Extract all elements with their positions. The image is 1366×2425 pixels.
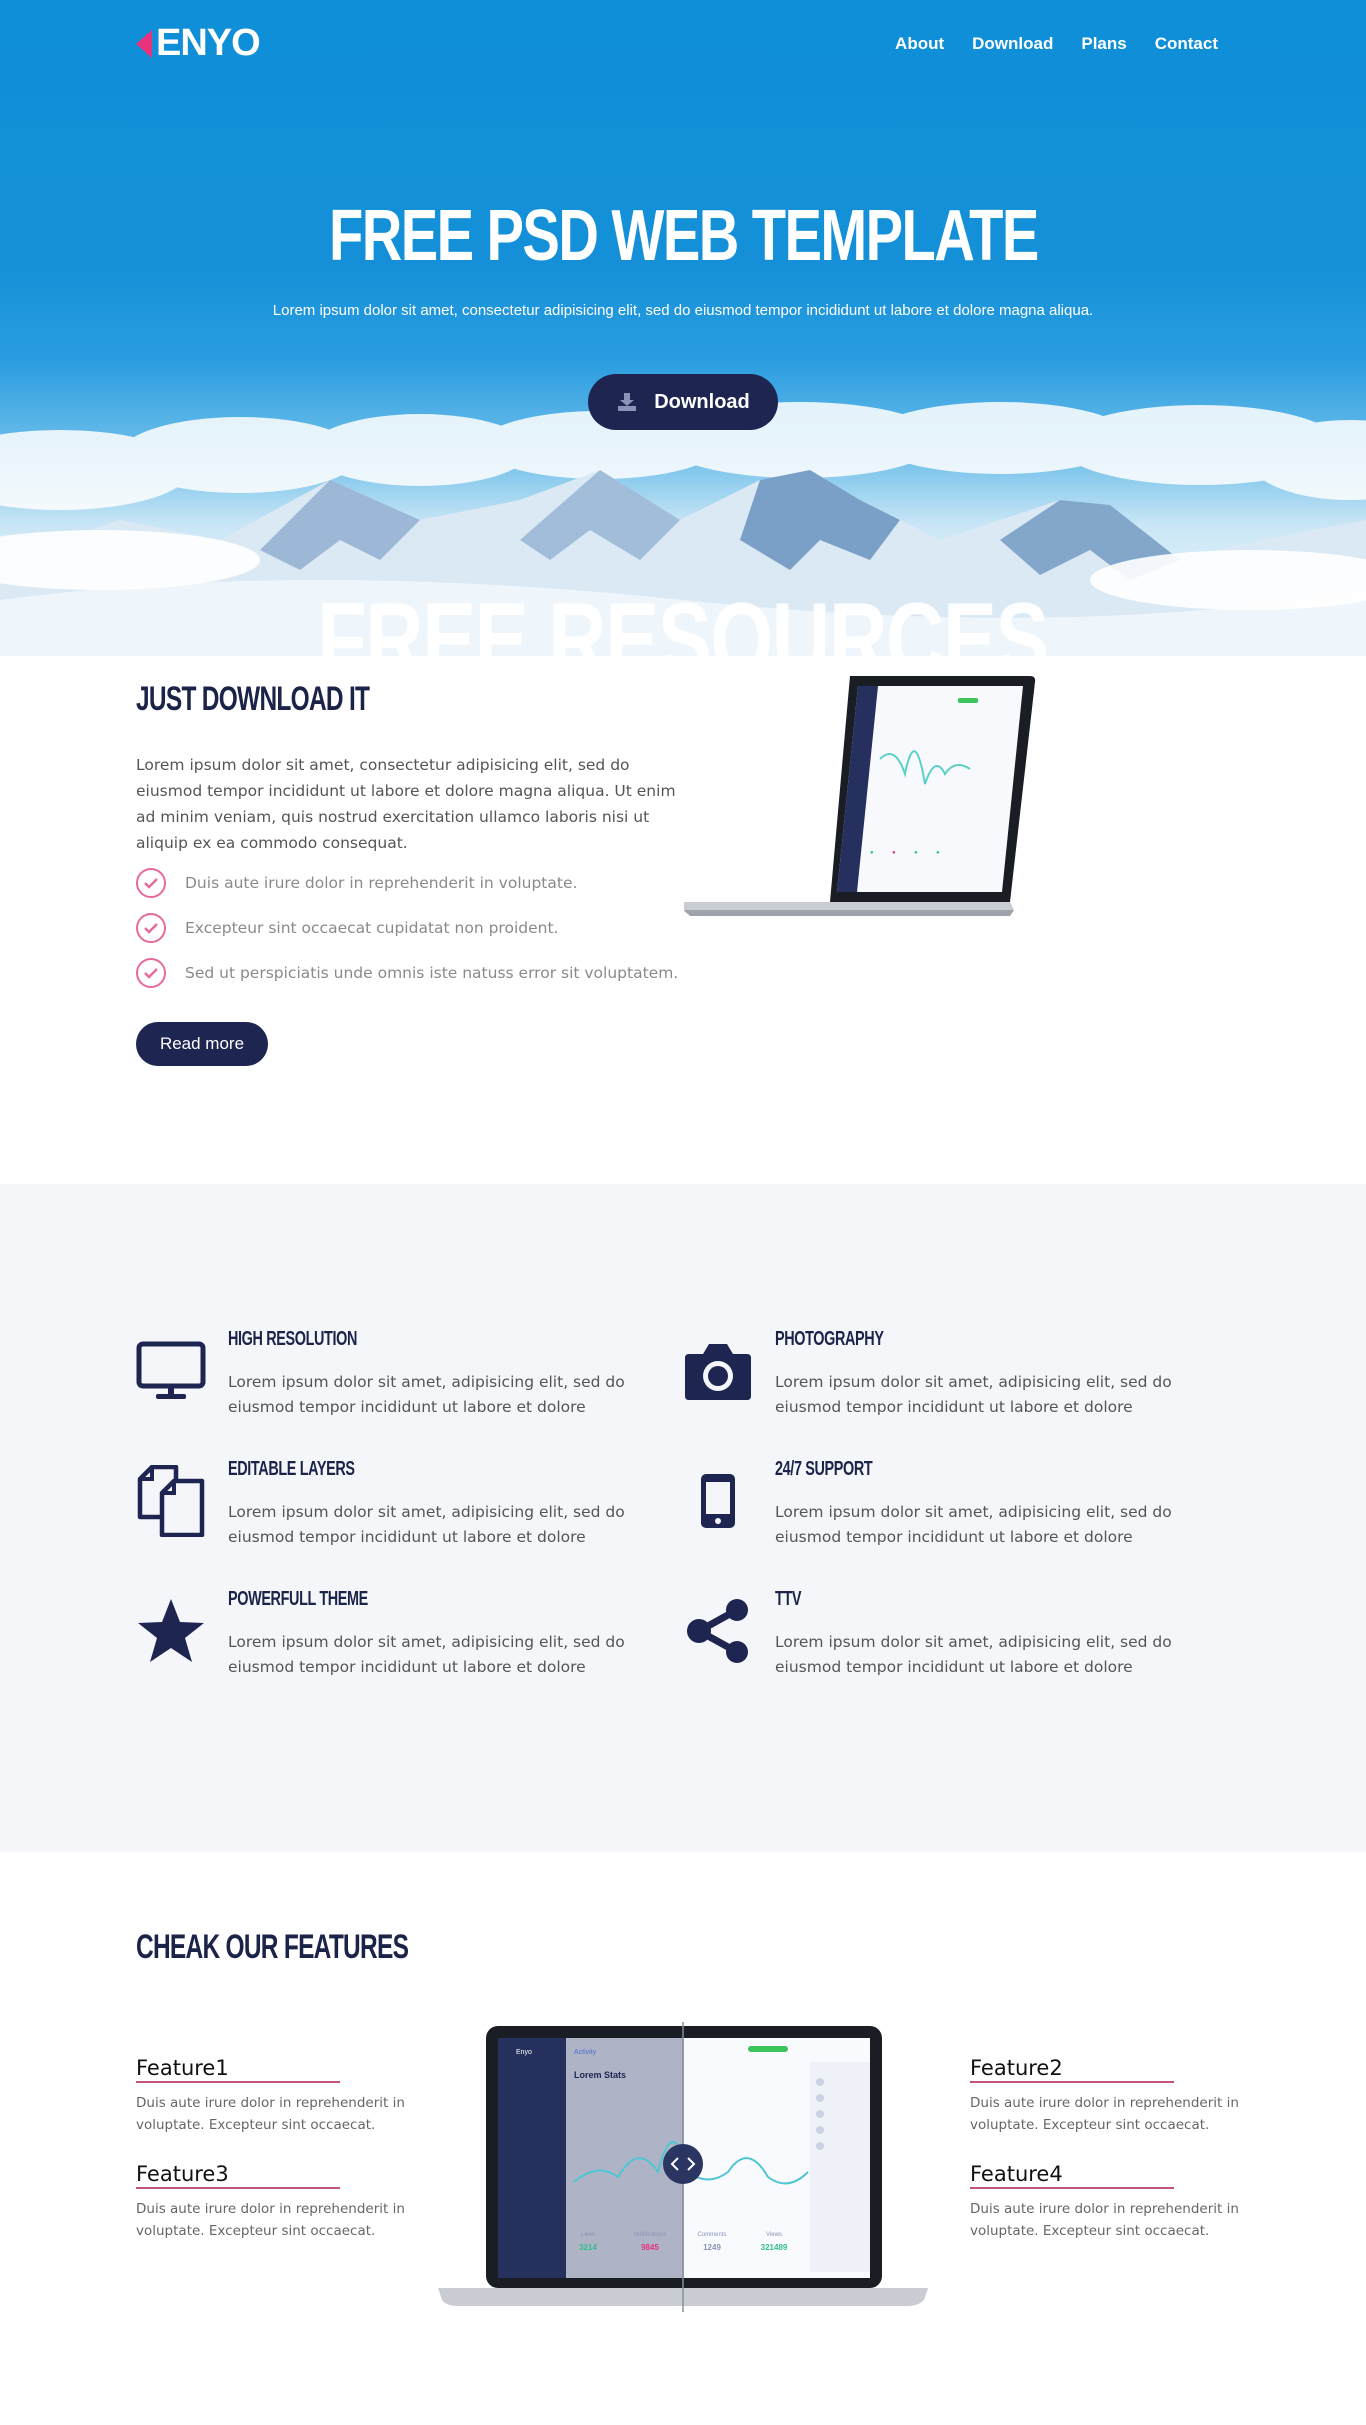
- svg-text:●: ●: [892, 850, 896, 856]
- feature-title-text: POWERFULL THEME: [228, 1588, 368, 1610]
- feature-title: PHOTOGRAPHY: [775, 1328, 926, 1351]
- logo[interactable]: ENYO: [136, 22, 261, 65]
- svg-text:●: ●: [936, 850, 940, 856]
- feature-title: HIGH RESOLUTION: [228, 1328, 407, 1351]
- free-resources-text: FREE RESOURCES: [317, 588, 1050, 656]
- layers-icon: [136, 1465, 206, 1537]
- free-resources-overlay: FREE RESOURCES: [0, 588, 1366, 656]
- about-section: JUST DOWNLOAD IT Lorem ipsum dolor sit a…: [0, 656, 1366, 1184]
- read-more-button[interactable]: Read more: [136, 1022, 268, 1066]
- download-icon: [618, 393, 637, 411]
- feature-item: Feature2 Duis aute irure dolor in repreh…: [970, 2056, 1240, 2136]
- feature-item-title: Feature4: [970, 2162, 1174, 2189]
- about-paragraph: Lorem ipsum dolor sit amet, consectetur …: [136, 756, 676, 852]
- mockup-stat-value: 9845: [641, 2243, 659, 2252]
- feature-text: Lorem ipsum dolor sit amet, adipisicing …: [228, 1633, 625, 1676]
- check-circle-icon: [136, 867, 166, 898]
- mockup-stats-title: Lorem Stats: [574, 2070, 626, 2080]
- laptop-image: ● ● ● ●: [684, 676, 1036, 916]
- feature-item-text: Duis aute irure dolor in reprehenderit i…: [970, 2201, 1239, 2239]
- feature-text: Lorem ipsum dolor sit amet, adipisicing …: [228, 1373, 625, 1416]
- feature-text: Lorem ipsum dolor sit amet, adipisicing …: [228, 1503, 625, 1546]
- feature-item: Feature3 Duis aute irure dolor in repreh…: [136, 2162, 406, 2242]
- hero-title: FREE PSD WEB TEMPLATE: [0, 195, 1366, 277]
- check-circle-icon: [136, 957, 166, 988]
- phone-icon: [683, 1466, 753, 1536]
- feature-text: Lorem ipsum dolor sit amet, adipisicing …: [775, 1633, 1172, 1676]
- feature-item-text: Duis aute irure dolor in reprehenderit i…: [970, 2095, 1239, 2133]
- mockup-stat-label: Notifications: [634, 2232, 667, 2238]
- mountain-background: [0, 402, 1366, 656]
- list-item: Sed ut perspiciatis unde omnis iste natu…: [136, 950, 678, 995]
- feature-title: TTV: [775, 1588, 811, 1611]
- check-text: Duis aute irure dolor in reprehenderit i…: [185, 873, 578, 892]
- check-text: Excepteur sint occaecat cupidatat non pr…: [185, 918, 559, 937]
- feature-title: POWERFULL THEME: [228, 1588, 422, 1611]
- feature-text: Lorem ipsum dolor sit amet, adipisicing …: [775, 1503, 1172, 1546]
- feature-item-title: Feature1: [136, 2056, 340, 2083]
- svg-text:●: ●: [914, 850, 918, 856]
- nav-plans[interactable]: Plans: [1081, 34, 1126, 54]
- feature-title: 24/7 SUPPORT: [775, 1458, 910, 1481]
- hero-section: ENYO About Download Plans Contact FREE P…: [0, 0, 1366, 656]
- mockup-page-label: Activity: [574, 2049, 597, 2056]
- feature-item-text: Duis aute irure dolor in reprehenderit i…: [136, 2201, 405, 2239]
- features-grid-section: HIGH RESOLUTION Lorem ipsum dolor sit am…: [0, 1184, 1366, 1852]
- feature-title: EDITABLE LAYERS: [228, 1458, 404, 1481]
- camera-icon: [683, 1336, 753, 1406]
- feature-title-text: 24/7 SUPPORT: [775, 1458, 873, 1480]
- feature-text: Lorem ipsum dolor sit amet, adipisicing …: [775, 1373, 1172, 1416]
- star-icon: [136, 1596, 206, 1666]
- mockup-stat-value: 3214: [579, 2243, 597, 2252]
- mockup-stat-label: Likes: [581, 2232, 595, 2238]
- check-text: Sed ut perspiciatis unde omnis iste natu…: [185, 963, 679, 982]
- feature-item: Feature4 Duis aute irure dolor in repreh…: [970, 2162, 1240, 2242]
- main-nav: About Download Plans Contact: [895, 34, 1218, 54]
- mockup-stat-value: 321489: [761, 2243, 788, 2252]
- feature-title-text: EDITABLE LAYERS: [228, 1458, 355, 1480]
- hero-subtitle: Lorem ipsum dolor sit amet, consectetur …: [272, 302, 1094, 319]
- about-title-text: JUST DOWNLOAD IT: [136, 680, 370, 718]
- feature-item-title: Feature2: [970, 2056, 1174, 2083]
- mockup-stat-label: Comments: [697, 2232, 726, 2238]
- compare-handle[interactable]: [663, 2144, 703, 2184]
- feature-item-text: Duis aute irure dolor in reprehenderit i…: [136, 2095, 405, 2133]
- features-title: CHEAK OUR FEATURES: [136, 1928, 514, 1967]
- comparison-laptop: Enyo Activity Lorem Stats Likes Notifica…: [438, 2022, 928, 2312]
- hero-title-text: FREE PSD WEB TEMPLATE: [328, 196, 1039, 276]
- svg-text:●: ●: [870, 850, 874, 856]
- feature-title-text: HIGH RESOLUTION: [228, 1328, 358, 1350]
- check-list: Duis aute irure dolor in reprehenderit i…: [136, 860, 678, 995]
- feature-title-text: TTV: [775, 1588, 802, 1610]
- download-button-label: Download: [654, 390, 750, 413]
- check-features-section: CHEAK OUR FEATURES Feature1 Duis aute ir…: [0, 1852, 1366, 2425]
- nav-about[interactable]: About: [895, 34, 944, 54]
- check-circle-icon: [136, 912, 166, 943]
- mockup-stat-value: 1249: [703, 2243, 721, 2252]
- about-title: JUST DOWNLOAD IT: [136, 680, 460, 719]
- list-item: Excepteur sint occaecat cupidatat non pr…: [136, 905, 678, 950]
- logo-chevron-icon: [136, 29, 152, 58]
- feature-item-title: Feature3: [136, 2162, 340, 2189]
- download-button[interactable]: Download: [588, 374, 778, 430]
- feature-title-text: PHOTOGRAPHY: [775, 1328, 884, 1350]
- share-icon: [683, 1596, 753, 1666]
- nav-contact[interactable]: Contact: [1155, 34, 1218, 54]
- mockup-stat-label: Views: [766, 2232, 782, 2238]
- nav-download[interactable]: Download: [972, 34, 1053, 54]
- mockup-app-name: Enyo: [516, 2049, 532, 2056]
- list-item: Duis aute irure dolor in reprehenderit i…: [136, 860, 678, 905]
- logo-text: ENYO: [156, 22, 261, 64]
- monitor-icon: [136, 1336, 206, 1406]
- feature-item: Feature1 Duis aute irure dolor in repreh…: [136, 2056, 406, 2136]
- features-title-text: CHEAK OUR FEATURES: [136, 1928, 409, 1966]
